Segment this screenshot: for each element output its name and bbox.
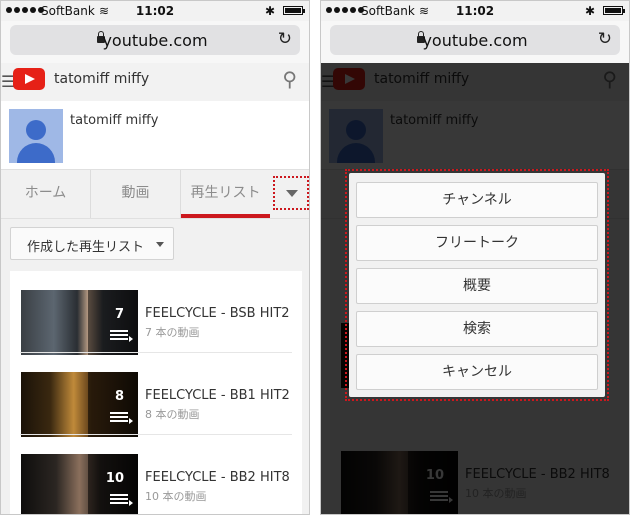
bluetooth-icon: ✱: [584, 4, 595, 18]
menu-channel-button[interactable]: チャンネル: [356, 182, 598, 218]
playlist-list: 7 FEELCYCLE - BSB HIT2 7 本の動画 8 FEELCYCL…: [10, 271, 302, 514]
reload-icon[interactable]: ↻: [278, 29, 292, 49]
tab-playlists[interactable]: 再生リスト: [181, 170, 270, 218]
playlist-icon: [110, 494, 133, 506]
menu-about-button[interactable]: 概要: [356, 268, 598, 304]
reload-icon[interactable]: ↻: [598, 29, 612, 49]
playlist-filter-dropdown[interactable]: 作成した再生リスト: [10, 227, 174, 260]
video-count: 7: [114, 307, 124, 322]
playlist-thumbnail[interactable]: 8: [21, 372, 138, 437]
url-text: youtube.com: [102, 31, 208, 50]
browser-toolbar: youtube.com ↻: [1, 21, 309, 64]
menu-search-button[interactable]: 検索: [356, 311, 598, 347]
address-bar[interactable]: youtube.com ↻: [330, 25, 620, 55]
playlist-title[interactable]: FEELCYCLE - BSB HIT2: [145, 306, 290, 321]
browser-toolbar: youtube.com ↻: [321, 21, 629, 64]
playlist-filter-label: 作成した再生リスト: [27, 240, 145, 255]
tab-videos[interactable]: 動画: [91, 170, 181, 218]
list-item[interactable]: 10 FEELCYCLE - BB2 HIT8 10 本の動画: [10, 435, 302, 514]
status-bar: SoftBank ≋ 11:02 ✱: [321, 1, 629, 21]
list-item[interactable]: 7 FEELCYCLE - BSB HIT2 7 本の動画: [10, 271, 302, 355]
battery-icon: [283, 6, 305, 15]
clock: 11:02: [135, 4, 175, 18]
playlist-title[interactable]: FEELCYCLE - BB2 HIT8: [145, 470, 290, 485]
playlist-icon: [110, 412, 133, 424]
channel-profile: tatomiff miffy: [1, 101, 309, 170]
phone-screen-menu-open: SoftBank ≋ 11:02 ✱ youtube.com ↻ ☰ tatom…: [320, 0, 630, 515]
phone-screen-playlists: SoftBank ≋ 11:02 ✱ youtube.com ↻ ☰ tatom…: [0, 0, 310, 515]
playlist-thumbnail[interactable]: 7: [21, 290, 138, 355]
playlist-icon: [110, 330, 133, 342]
playlist-subtitle: 10 本の動画: [145, 490, 207, 503]
header-channel-name: tatomiff miffy: [54, 71, 150, 87]
channel-menu-dialog: チャンネル フリートーク 概要 検索 キャンセル: [349, 173, 605, 397]
thumbnail-overlay: [88, 290, 138, 355]
playlist-title[interactable]: FEELCYCLE - BB1 HIT2: [145, 388, 290, 403]
playlist-subtitle: 7 本の動画: [145, 326, 200, 339]
youtube-logo-icon[interactable]: [13, 68, 45, 90]
menu-free-talk-button[interactable]: フリートーク: [356, 225, 598, 261]
url-text: youtube.com: [422, 31, 528, 50]
battery-icon: [603, 6, 625, 15]
bluetooth-icon: ✱: [264, 4, 275, 18]
more-tabs-dropdown-icon[interactable]: [273, 176, 309, 210]
video-count: 8: [114, 389, 124, 404]
search-icon[interactable]: ⚲: [282, 67, 297, 91]
playlist-subtitle: 8 本の動画: [145, 408, 200, 421]
status-bar: SoftBank ≋ 11:02 ✱: [1, 1, 309, 21]
list-item[interactable]: 8 FEELCYCLE - BB1 HIT2 8 本の動画: [10, 353, 302, 437]
video-count: 10: [105, 471, 124, 486]
tab-home[interactable]: ホーム: [1, 170, 91, 218]
address-bar[interactable]: youtube.com ↻: [10, 25, 300, 55]
thumbnail-overlay: [88, 372, 138, 437]
playlist-thumbnail[interactable]: 10: [21, 454, 138, 514]
menu-cancel-button[interactable]: キャンセル: [356, 354, 598, 390]
chevron-down-icon: [156, 242, 164, 247]
avatar: [9, 109, 63, 163]
channel-tabs: ホーム 動画 再生リスト: [1, 170, 309, 219]
clock: 11:02: [455, 4, 495, 18]
profile-name: tatomiff miffy: [70, 113, 159, 128]
youtube-header: ☰ tatomiff miffy ⚲: [1, 63, 309, 102]
